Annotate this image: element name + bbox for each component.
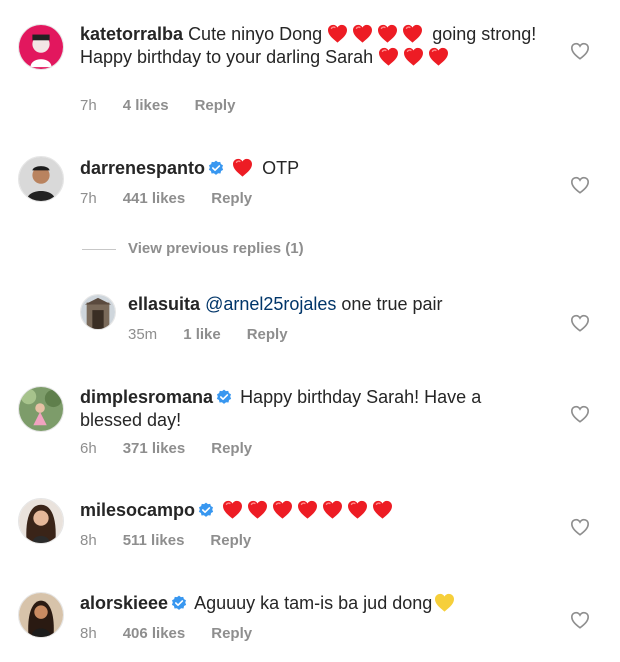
verified-badge-icon — [208, 160, 224, 176]
likes-count[interactable]: 371 likes — [123, 440, 186, 457]
reply-button[interactable]: Reply — [210, 532, 251, 549]
red-heart-emoji — [428, 47, 449, 66]
comment-text: alorskieee Aguuuy ka tam-is ba jud dong — [80, 592, 550, 615]
heart-icon[interactable] — [570, 611, 590, 629]
heart-icon[interactable] — [570, 176, 590, 194]
comment-text: katetorralba Cute ninyo Dong going stron… — [80, 24, 537, 67]
red-heart-emoji — [372, 500, 393, 519]
username[interactable]: alorskieee — [80, 593, 168, 613]
red-heart-emoji — [402, 24, 423, 43]
reply-button[interactable]: Reply — [211, 440, 252, 457]
username[interactable]: katetorralba — [80, 24, 183, 44]
heart-icon[interactable] — [570, 42, 590, 60]
verified-badge-icon — [171, 595, 187, 611]
heart-icon[interactable] — [570, 518, 590, 536]
red-heart-emoji — [222, 500, 243, 519]
comment-text: ellasuita @arnel25rojales one true pair — [128, 294, 443, 314]
comment-meta: 6h 371 likes Reply — [80, 439, 278, 459]
timestamp: 6h — [80, 440, 97, 457]
red-heart-emoji — [377, 24, 398, 43]
red-heart-emoji — [352, 24, 373, 43]
username[interactable]: darrenespanto — [80, 158, 205, 178]
comment-meta: 35m 1 like Reply — [128, 325, 314, 345]
timestamp: 7h — [80, 97, 97, 114]
reply-button[interactable]: Reply — [195, 97, 236, 114]
reply-button[interactable]: Reply — [211, 625, 252, 642]
likes-count[interactable]: 511 likes — [123, 532, 185, 549]
avatar[interactable] — [80, 294, 116, 330]
red-heart-emoji — [327, 24, 348, 43]
heart-icon[interactable] — [570, 314, 590, 332]
red-heart-emoji — [347, 500, 368, 519]
timestamp: 35m — [128, 326, 158, 343]
avatar[interactable] — [18, 498, 64, 544]
comment-meta: 7h 4 likes Reply — [80, 96, 261, 116]
red-heart-emoji — [232, 158, 253, 177]
likes-count[interactable]: 441 likes — [123, 190, 186, 207]
comment-text: darrenespanto OTP — [80, 158, 300, 178]
username[interactable]: milesocampo — [80, 500, 195, 520]
username[interactable]: dimplesromana — [80, 387, 213, 407]
comment-text: dimplesromana Happy birthday Sarah! Have… — [80, 387, 482, 430]
heart-icon[interactable] — [570, 405, 590, 423]
divider — [82, 249, 116, 250]
verified-badge-icon — [216, 389, 232, 405]
comment-text: milesocampo — [80, 499, 550, 522]
red-heart-emoji — [247, 500, 268, 519]
likes-count[interactable]: 406 likes — [123, 625, 186, 642]
reply-button[interactable]: Reply — [211, 190, 252, 207]
red-heart-emoji — [297, 500, 318, 519]
avatar[interactable] — [18, 386, 64, 432]
username[interactable]: ellasuita — [128, 294, 200, 314]
likes-count[interactable]: 1 like — [183, 326, 221, 343]
red-heart-emoji — [378, 47, 399, 66]
comment-meta: 7h 441 likes Reply — [80, 189, 278, 209]
red-heart-emoji — [322, 500, 343, 519]
verified-badge-icon — [198, 502, 214, 518]
timestamp: 7h — [80, 190, 97, 207]
avatar[interactable] — [18, 24, 64, 70]
mention-link[interactable]: @arnel25rojales — [205, 294, 336, 314]
red-heart-emoji — [272, 500, 293, 519]
comment-meta: 8h 511 likes Reply — [80, 531, 277, 551]
comment-meta: 8h 406 likes Reply — [80, 624, 278, 644]
yellow-heart-emoji — [434, 593, 455, 612]
likes-count[interactable]: 4 likes — [123, 97, 169, 114]
avatar[interactable] — [18, 156, 64, 202]
avatar[interactable] — [18, 592, 64, 638]
timestamp: 8h — [80, 532, 97, 549]
red-heart-emoji — [403, 47, 424, 66]
timestamp: 8h — [80, 625, 97, 642]
reply-button[interactable]: Reply — [247, 326, 288, 343]
